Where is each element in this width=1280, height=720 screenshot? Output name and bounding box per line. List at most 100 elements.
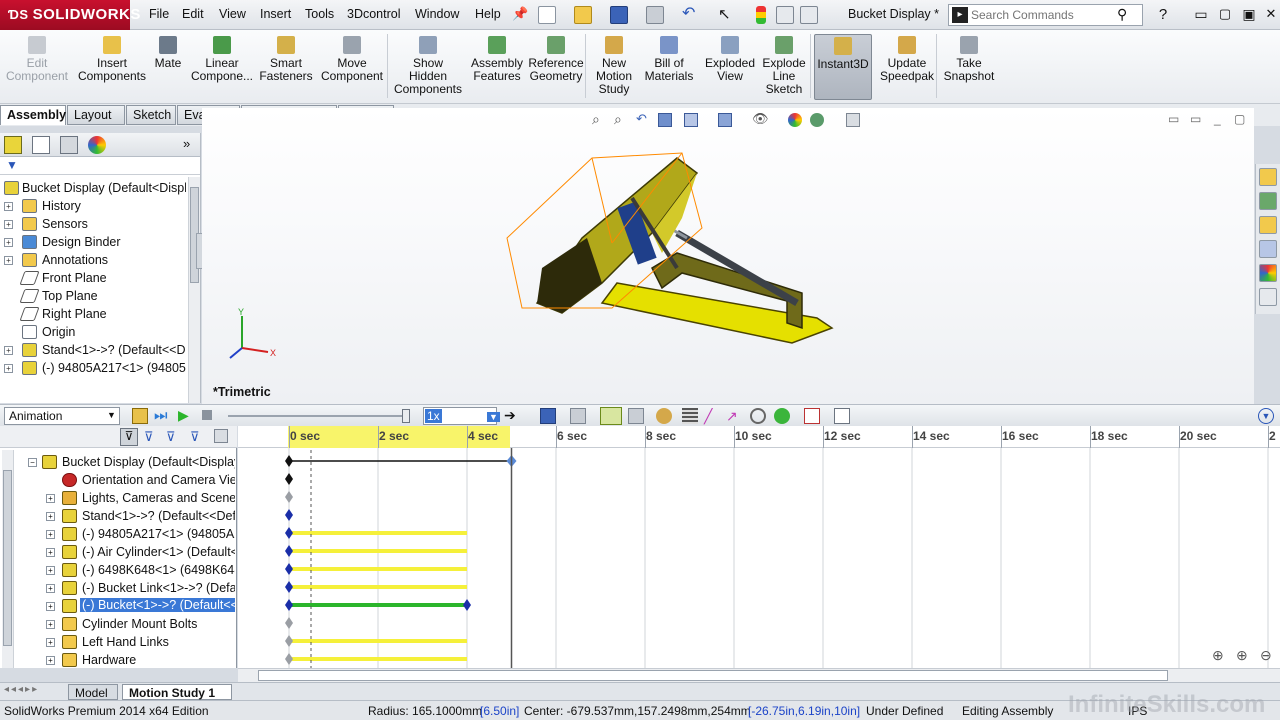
- custom-properties-icon[interactable]: [1259, 288, 1277, 306]
- ribbon-move-component-button[interactable]: Move Component: [318, 34, 386, 100]
- ribbon-new-motion-study-button[interactable]: New Motion Study: [592, 34, 636, 100]
- menu-3dcontrol[interactable]: 3Dcontrol: [347, 7, 401, 21]
- key-point[interactable]: [285, 545, 293, 557]
- playback-speed-select[interactable]: 1x ▼: [423, 407, 500, 425]
- filter-results-icon[interactable]: ⊽: [190, 429, 200, 445]
- expand-toggle-icon[interactable]: +: [46, 494, 55, 503]
- motion-timeline[interactable]: 0 sec 2 sec 4 sec 6 sec 8 sec 10 sec 12 sec 14 …: [238, 426, 1280, 668]
- menu-file[interactable]: File: [149, 7, 169, 21]
- expand-toggle-icon[interactable]: +: [46, 512, 55, 521]
- timeline-tracks[interactable]: [238, 448, 1280, 668]
- new-document-icon[interactable]: [538, 6, 556, 24]
- results-and-plots-icon[interactable]: [804, 408, 820, 424]
- expand-toggle-icon[interactable]: +: [46, 638, 55, 647]
- ribbon-take-snapshot-button[interactable]: Take Snapshot: [940, 34, 998, 100]
- print-icon[interactable]: [646, 6, 664, 24]
- expand-toggle-icon[interactable]: +: [46, 548, 55, 557]
- menu-insert[interactable]: Insert: [260, 7, 291, 21]
- playback-mode-icon[interactable]: ➔: [504, 407, 516, 424]
- search-input[interactable]: [971, 6, 1121, 24]
- zoom-out-timeline-icon[interactable]: ⊕: [1236, 647, 1248, 664]
- view-settings-icon[interactable]: [846, 113, 860, 127]
- tab-scroll-arrows[interactable]: ◂◂◂▸▸: [4, 684, 39, 695]
- key-point[interactable]: [285, 455, 293, 467]
- motion-tree-item-lights-cameras-and-scene[interactable]: + Lights, Cameras and Scene: [0, 489, 235, 507]
- expand-toggle-icon[interactable]: +: [46, 620, 55, 629]
- ribbon-smart-fasteners-button[interactable]: Smart Fasteners: [258, 34, 314, 100]
- tree-item-history[interactable]: + History: [0, 197, 186, 215]
- feature-tree-filter[interactable]: ▼: [0, 157, 200, 175]
- view-orientation-icon[interactable]: [684, 113, 698, 127]
- motion-tree-item-cylinder-mount-bolts[interactable]: + Cylinder Mount Bolts: [0, 615, 235, 633]
- edit-appearance-icon[interactable]: [788, 113, 802, 127]
- key-point[interactable]: [285, 527, 293, 539]
- magnifier-icon[interactable]: ⚲: [1117, 6, 1127, 23]
- solidworks-resources-icon[interactable]: [1259, 168, 1277, 186]
- expand-panel-icon[interactable]: »: [183, 136, 190, 151]
- tree-item-stand-1-default-de[interactable]: + Stand<1>->? (Default<<De: [0, 341, 186, 359]
- time-ruler[interactable]: 0 sec 2 sec 4 sec 6 sec 8 sec 10 sec 12 sec 14 …: [238, 426, 1280, 448]
- contact-icon[interactable]: [750, 408, 766, 424]
- apply-scene-icon[interactable]: [810, 113, 824, 127]
- viewport-minimize-icon[interactable]: _: [1214, 112, 1221, 126]
- bucket-model[interactable]: [502, 143, 842, 353]
- motion-tree-item-hardware[interactable]: + Hardware: [0, 651, 235, 669]
- previous-view-icon[interactable]: ↶: [636, 111, 647, 127]
- animation-wizard-icon[interactable]: [570, 408, 586, 424]
- key-point[interactable]: [285, 599, 293, 611]
- search-commands[interactable]: ▸ ⚲: [948, 4, 1143, 26]
- undo-icon[interactable]: ↶: [682, 6, 700, 24]
- menu-help[interactable]: Help: [475, 7, 501, 21]
- tab-sketch[interactable]: Sketch: [126, 105, 176, 125]
- ribbon-exploded-view-button[interactable]: Exploded View: [702, 34, 758, 100]
- expand-toggle-icon[interactable]: +: [4, 202, 13, 211]
- motion-tree-item-air-cylinder-1-default[interactable]: + (-) Air Cylinder<1> (Default<: [0, 543, 235, 561]
- appearances-icon[interactable]: [1259, 264, 1277, 282]
- tab-motion-study-1[interactable]: Motion Study 1: [122, 684, 232, 700]
- close-window-icon[interactable]: ▣: [1240, 6, 1258, 24]
- expand-toggle-icon[interactable]: +: [46, 566, 55, 575]
- open-folder-icon[interactable]: [574, 6, 592, 24]
- motion-tree-item-bucket-display-default-d[interactable]: − Bucket Display (Default<Display: [0, 453, 235, 471]
- ribbon-mate-button[interactable]: Mate: [150, 34, 186, 100]
- key-point[interactable]: [285, 509, 293, 521]
- tab-model[interactable]: Model: [68, 684, 118, 700]
- solidworks-logo[interactable]: ƊS SOLIDWORKS: [0, 0, 140, 30]
- filter-animated-icon[interactable]: ⊽: [120, 428, 138, 446]
- app-close-icon[interactable]: ✕: [1262, 6, 1280, 24]
- help-icon[interactable]: ?: [1154, 6, 1172, 24]
- add-update-key-icon[interactable]: [628, 408, 644, 424]
- expand-toggle-icon[interactable]: +: [46, 530, 55, 539]
- menu-edit[interactable]: Edit: [182, 7, 204, 21]
- force-icon[interactable]: ↗: [726, 408, 742, 424]
- key-point[interactable]: [285, 653, 293, 665]
- ribbon-insert-components-button[interactable]: Insert Components: [76, 34, 148, 100]
- tree-item-top-plane[interactable]: Top Plane: [0, 287, 186, 305]
- motion-tree-item-bucket-1-default[interactable]: + (-) Bucket<1>->? (Default<<: [0, 597, 235, 615]
- pin-icon[interactable]: 📌: [512, 6, 530, 24]
- key-point[interactable]: [285, 635, 293, 647]
- file-explorer-icon[interactable]: [1259, 216, 1277, 234]
- motion-tree-item-94805a217-1-94805a21[interactable]: + (-) 94805A217<1> (94805A21: [0, 525, 235, 543]
- scroll-thumb[interactable]: [3, 470, 12, 646]
- tree-item-origin[interactable]: Origin: [0, 323, 186, 341]
- expand-toggle-icon[interactable]: −: [28, 458, 37, 467]
- play-from-start-icon[interactable]: ⏭: [154, 407, 168, 424]
- filter-driving-icon[interactable]: ⊽: [144, 429, 154, 445]
- menu-tools[interactable]: Tools: [305, 7, 334, 21]
- spring-icon[interactable]: [682, 408, 698, 424]
- tab-layout[interactable]: Layout: [67, 105, 125, 125]
- menu-window[interactable]: Window: [415, 7, 459, 21]
- tree-item-annotations[interactable]: + Annotations: [0, 251, 186, 269]
- save-icon[interactable]: [610, 6, 628, 24]
- expand-toggle-icon[interactable]: +: [4, 346, 13, 355]
- scroll-thumb[interactable]: [258, 670, 1168, 681]
- expand-toggle-icon[interactable]: +: [4, 220, 13, 229]
- calculate-icon[interactable]: [132, 408, 148, 424]
- sort-icon[interactable]: [214, 429, 228, 443]
- zoom-to-area-icon[interactable]: ⌕: [614, 111, 622, 128]
- property-manager-tab-icon[interactable]: [32, 136, 50, 154]
- design-library-icon[interactable]: [1259, 192, 1277, 210]
- playback-slider[interactable]: [228, 409, 410, 423]
- feature-manager-tab-icon[interactable]: [4, 136, 22, 154]
